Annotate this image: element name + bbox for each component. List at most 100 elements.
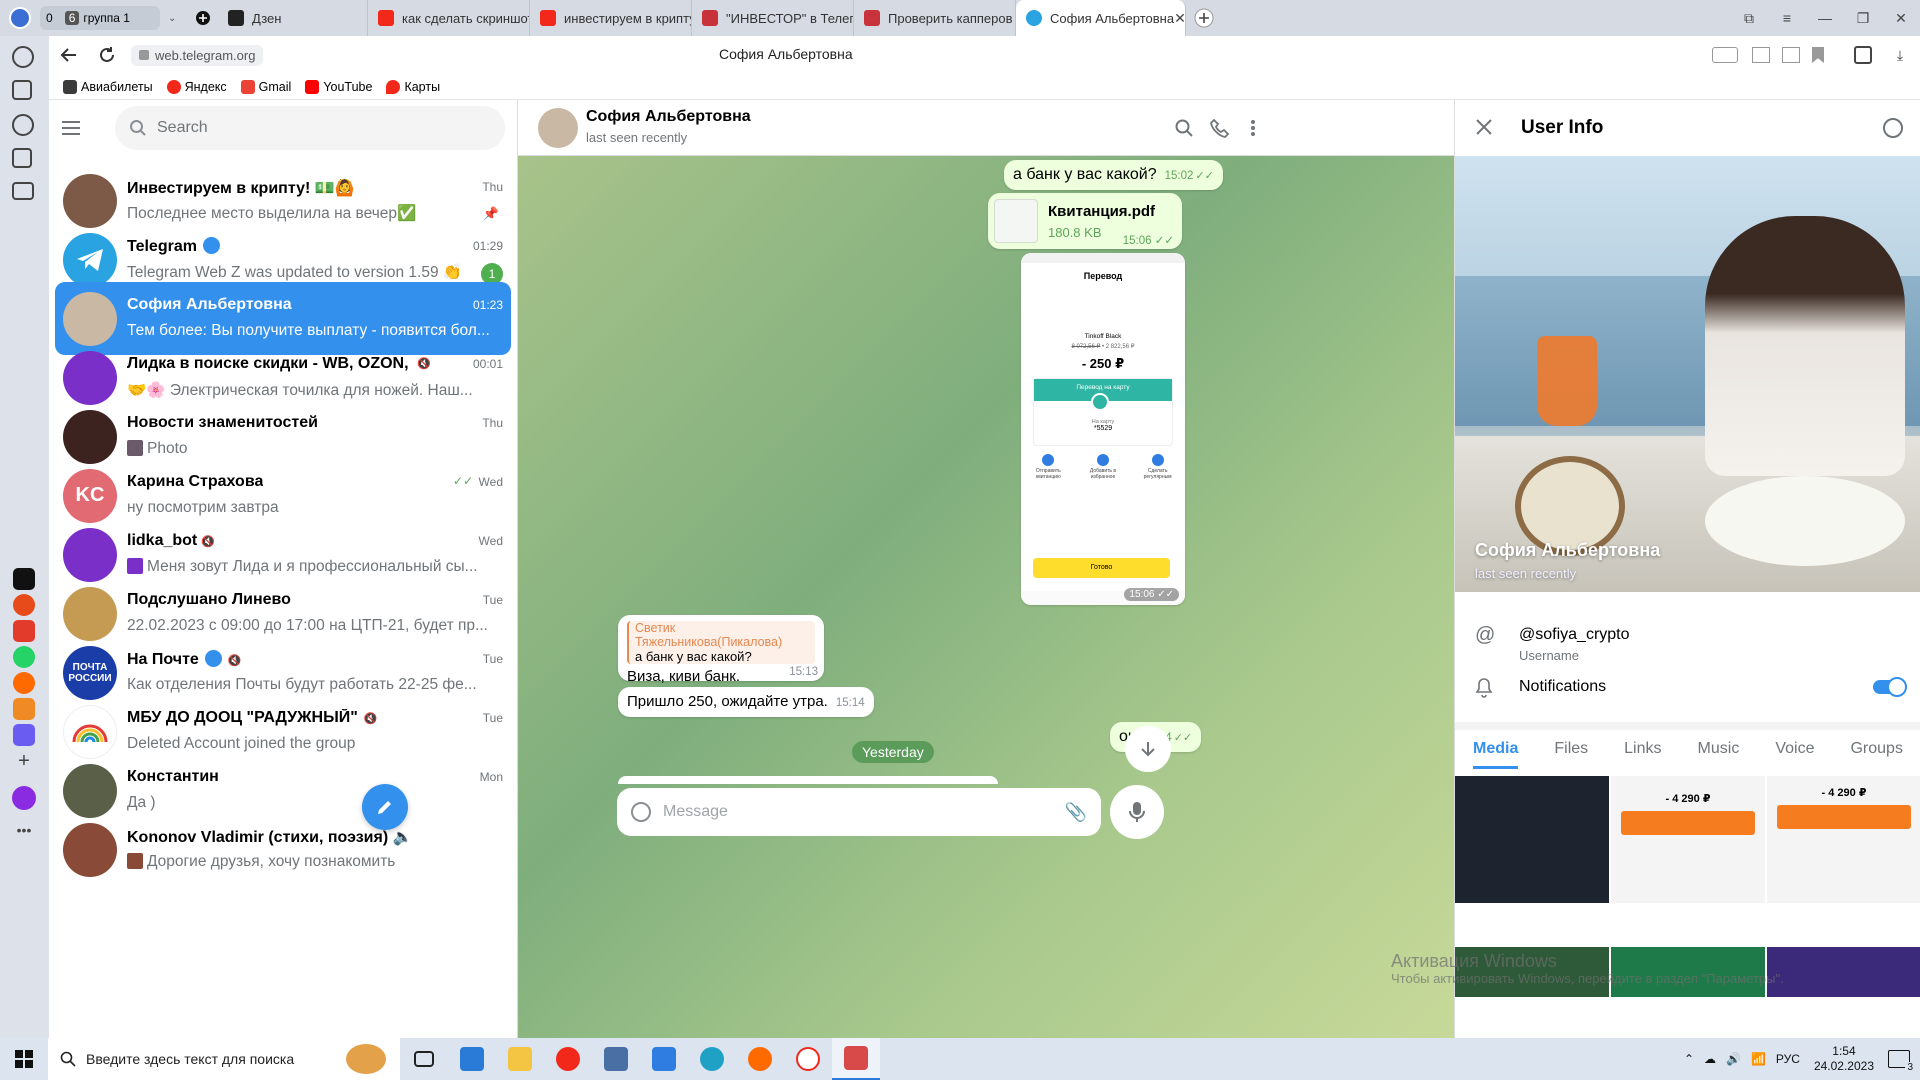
chat-avatar[interactable] <box>538 108 578 148</box>
file-explorer-icon[interactable] <box>496 1038 544 1080</box>
app2-icon[interactable] <box>13 698 35 720</box>
message-receipt-image[interactable]: Перевод Tinkoff Black 8 072,56 ₽ • 2 822… <box>1021 253 1185 605</box>
browser-tab-dzen[interactable]: Дзен <box>218 0 368 36</box>
browser-tab-investor[interactable]: "ИНВЕСТОР" в Телеграм <box>692 0 854 36</box>
music-icon[interactable] <box>13 672 35 694</box>
media-thumb[interactable] <box>1455 776 1609 903</box>
translate-icon[interactable] <box>13 620 35 642</box>
clock[interactable]: 1:54 24.02.2023 <box>1814 1044 1874 1074</box>
calculator-icon[interactable] <box>592 1038 640 1080</box>
reload-icon[interactable] <box>89 46 125 64</box>
messenger-icon[interactable] <box>13 724 35 746</box>
bookmark-yandex[interactable]: Яндекс <box>166 79 227 94</box>
hamburger-menu-icon[interactable] <box>57 114 85 142</box>
task-view-icon[interactable] <box>400 1038 448 1080</box>
message-file[interactable]: Квитанция.pdf 180.8 KB 15:06 ✓✓ <box>988 193 1182 249</box>
new-message-button[interactable] <box>362 784 408 830</box>
store-icon[interactable] <box>640 1038 688 1080</box>
browser-tab-crypto[interactable]: инвестируем в крипту сос <box>530 0 692 36</box>
tabs-menu-icon[interactable]: ⧉ <box>1730 10 1768 27</box>
tab-voice[interactable]: Voice <box>1775 740 1814 758</box>
profile-avatar[interactable] <box>0 0 40 36</box>
chevron-down-icon[interactable]: ⌄ <box>168 13 188 24</box>
tab-group-pill[interactable]: 0 6 группа 1 <box>40 6 160 30</box>
edit-contact-icon[interactable] <box>1883 118 1903 138</box>
chat-title[interactable]: София Альбертовна <box>586 108 751 126</box>
edge-icon[interactable] <box>688 1038 736 1080</box>
search-icon[interactable] <box>1174 118 1194 138</box>
tab-groups[interactable]: Groups <box>1850 740 1902 758</box>
collections-toolbar-icon[interactable] <box>1854 46 1872 64</box>
browser-tab-cappers[interactable]: Проверить капперов (Са <box>854 0 1016 36</box>
tab-links[interactable]: Links <box>1624 740 1661 758</box>
add-panel-icon[interactable]: + <box>13 750 35 772</box>
show-hidden-icon[interactable]: ⌃ <box>1684 1052 1694 1066</box>
notification-center-icon[interactable]: 3 <box>1888 1050 1915 1073</box>
music-app-icon[interactable] <box>736 1038 784 1080</box>
media-thumb[interactable]: - 4 290 ₽ <box>1767 776 1920 903</box>
back-arrow-icon[interactable] <box>49 46 89 64</box>
yandex-browser-icon[interactable] <box>544 1038 592 1080</box>
bookmark-icon[interactable] <box>1812 47 1824 63</box>
app-icon[interactable] <box>13 594 35 616</box>
message-paid[interactable]: Пришло 250, ожидайте утра. 15:14 <box>618 687 874 717</box>
download-icon[interactable]: ⤓ <box>1890 47 1910 64</box>
tiktok-icon[interactable] <box>13 568 35 590</box>
scroll-down-button[interactable] <box>1125 726 1171 772</box>
whatsapp-icon[interactable] <box>13 646 35 668</box>
alice-icon[interactable] <box>12 786 36 810</box>
tabs-count-icon[interactable] <box>1782 47 1800 63</box>
mail-icon[interactable] <box>448 1038 496 1080</box>
profile-photo[interactable]: София Альбертовна last seen recently <box>1455 156 1920 592</box>
media-thumb[interactable]: - 4 290 ₽ <box>1611 776 1765 903</box>
video-icon[interactable] <box>12 114 34 136</box>
network-icon[interactable]: 📶 <box>1751 1052 1766 1066</box>
username-row[interactable]: @ @sofiya_crypto Username <box>1455 612 1920 672</box>
emoji-icon[interactable] <box>631 802 651 822</box>
bookmark-aviabilety[interactable]: Авиабилеты <box>63 79 153 94</box>
url-field[interactable]: web.telegram.org <box>131 44 264 66</box>
notifications-row[interactable]: Notifications <box>1455 674 1920 714</box>
minimize-icon[interactable]: — <box>1806 10 1844 26</box>
reply-quote[interactable]: Светик Тяжельникова(Пикалова) а банк у в… <box>627 621 815 664</box>
chat-item-kononov[interactable]: Kononov Vladimir (стихи, поэзия) 🔈 Дороги… <box>55 813 511 886</box>
taskbar-search[interactable]: Введите здесь текст для поиска <box>48 1038 400 1080</box>
collections-icon[interactable] <box>12 80 32 100</box>
pdf-thumbnail[interactable] <box>994 199 1038 243</box>
pinned-app-icon[interactable] <box>832 1038 880 1080</box>
message-bank-question[interactable]: а банк у вас какой? 15:02 ✓✓ <box>1004 160 1223 190</box>
tab-media[interactable]: Media <box>1473 740 1519 769</box>
notifications-toggle[interactable] <box>1873 677 1907 697</box>
message-input[interactable]: Message <box>663 803 1065 821</box>
media-thumb[interactable] <box>1767 946 1920 997</box>
translate-page-icon[interactable] <box>1712 47 1738 63</box>
more-vertical-icon[interactable] <box>1250 118 1256 138</box>
bookmark-gmail[interactable]: Gmail <box>240 79 291 94</box>
windows-start-icon[interactable] <box>0 1038 48 1080</box>
tab-music[interactable]: Music <box>1698 740 1740 758</box>
six-icon[interactable] <box>12 148 32 168</box>
bookmark-youtube[interactable]: YouTube <box>305 79 372 94</box>
phone-icon[interactable] <box>1210 118 1230 138</box>
voice-record-button[interactable] <box>1110 785 1164 839</box>
message-reply-bank[interactable]: Светик Тяжельникова(Пикалова) а банк у в… <box>618 615 824 685</box>
close-window-icon[interactable]: ✕ <box>1882 10 1920 27</box>
more-icon[interactable]: ••• <box>12 822 36 838</box>
yandex-app-icon[interactable] <box>784 1038 832 1080</box>
new-tab-plus-icon[interactable] <box>188 10 218 26</box>
history-icon[interactable] <box>12 46 34 68</box>
search-input[interactable]: Search <box>115 106 505 150</box>
tab-files[interactable]: Files <box>1554 740 1588 758</box>
restore-icon[interactable]: ❐ <box>1844 10 1882 27</box>
browser-menu-icon[interactable]: ≡ <box>1768 10 1806 26</box>
reader-icon[interactable] <box>1752 47 1770 63</box>
browser-tab-screenshot[interactable]: как сделать скриншот на <box>368 0 530 36</box>
attach-icon[interactable]: 📎 <box>1065 802 1087 823</box>
bookmark-maps[interactable]: Карты <box>386 79 440 94</box>
new-tab-button[interactable] <box>1186 8 1222 28</box>
volume-icon[interactable]: 🔊 <box>1726 1052 1741 1066</box>
close-icon[interactable] <box>1475 118 1495 138</box>
camera-icon[interactable] <box>12 182 34 200</box>
language-indicator[interactable]: РУС <box>1776 1052 1800 1066</box>
cloud-icon[interactable]: ☁ <box>1704 1052 1716 1066</box>
